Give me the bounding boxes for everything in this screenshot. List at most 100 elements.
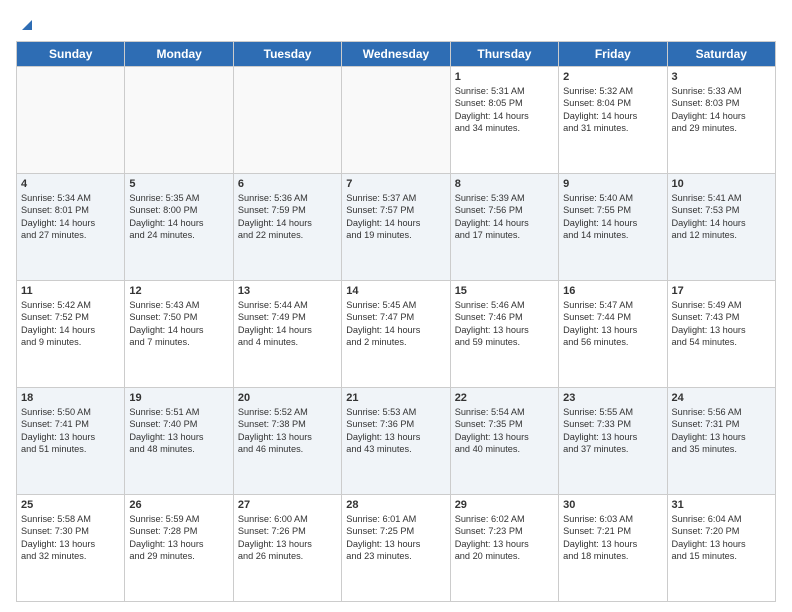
day-number: 9 [563,178,662,190]
day-number: 4 [21,178,120,190]
day-number: 11 [21,285,120,297]
calendar-header-row: SundayMondayTuesdayWednesdayThursdayFrid… [17,42,776,67]
cell-content: Sunrise: 5:51 AM Sunset: 7:40 PM Dayligh… [129,406,228,456]
day-number: 15 [455,285,554,297]
cell-content: Sunrise: 6:01 AM Sunset: 7:25 PM Dayligh… [346,513,445,563]
calendar-cell: 30 Sunrise: 6:03 AM Sunset: 7:21 PM Dayli… [559,495,667,602]
logo [16,16,34,33]
calendar-cell: 28 Sunrise: 6:01 AM Sunset: 7:25 PM Dayli… [342,495,450,602]
cell-content: Sunrise: 5:42 AM Sunset: 7:52 PM Dayligh… [21,299,120,349]
cell-content: Sunrise: 5:53 AM Sunset: 7:36 PM Dayligh… [346,406,445,456]
cell-content: Sunrise: 5:40 AM Sunset: 7:55 PM Dayligh… [563,192,662,242]
calendar-cell: 23Sunrise: 5:55 AM Sunset: 7:33 PM Dayli… [559,388,667,495]
cell-content: Sunrise: 5:54 AM Sunset: 7:35 PM Dayligh… [455,406,554,456]
day-number: 20 [238,392,337,404]
calendar-week-4: 18 Sunrise: 5:50 AM Sunset: 7:41 PM Dayli… [17,388,776,495]
cell-content: Sunrise: 5:52 AM Sunset: 7:38 PM Dayligh… [238,406,337,456]
calendar-cell: 19Sunrise: 5:51 AM Sunset: 7:40 PM Dayli… [125,388,233,495]
calendar-week-1: 1 Sunrise: 5:31 AM Sunset: 8:05 PM Daylig… [17,67,776,174]
cell-content: Sunrise: 6:03 AM Sunset: 7:21 PM Dayligh… [563,513,662,563]
calendar-cell: 26 Sunrise: 5:59 AM Sunset: 7:28 PM Dayli… [125,495,233,602]
day-number: 18 [21,392,120,404]
cell-content: Sunrise: 5:59 AM Sunset: 7:28 PM Dayligh… [129,513,228,563]
calendar-cell: 4 Sunrise: 5:34 AM Sunset: 8:01 PM Daylig… [17,174,125,281]
cell-content: Sunrise: 5:34 AM Sunset: 8:01 PM Dayligh… [21,192,120,242]
calendar-cell: 18 Sunrise: 5:50 AM Sunset: 7:41 PM Dayli… [17,388,125,495]
calendar-cell: 3 Sunrise: 5:33 AM Sunset: 8:03 PM Daylig… [667,67,775,174]
day-number: 8 [455,178,554,190]
calendar-cell: 25Sunrise: 5:58 AM Sunset: 7:30 PM Dayli… [17,495,125,602]
calendar-cell: 15 Sunrise: 5:46 AM Sunset: 7:46 PM Dayli… [450,281,558,388]
day-number: 26 [129,499,228,511]
calendar-cell: 20 Sunrise: 5:52 AM Sunset: 7:38 PM Dayli… [233,388,341,495]
calendar-cell: 31Sunrise: 6:04 AM Sunset: 7:20 PM Dayli… [667,495,775,602]
calendar-cell: 29Sunrise: 6:02 AM Sunset: 7:23 PM Dayli… [450,495,558,602]
cell-content: Sunrise: 5:47 AM Sunset: 7:44 PM Dayligh… [563,299,662,349]
calendar-cell [125,67,233,174]
day-number: 27 [238,499,337,511]
cell-content: Sunrise: 5:36 AM Sunset: 7:59 PM Dayligh… [238,192,337,242]
day-number: 24 [672,392,771,404]
calendar-cell: 17 Sunrise: 5:49 AM Sunset: 7:43 PM Dayli… [667,281,775,388]
calendar-cell: 10 Sunrise: 5:41 AM Sunset: 7:53 PM Dayli… [667,174,775,281]
cell-content: Sunrise: 5:46 AM Sunset: 7:46 PM Dayligh… [455,299,554,349]
cell-content: Sunrise: 5:49 AM Sunset: 7:43 PM Dayligh… [672,299,771,349]
day-number: 30 [563,499,662,511]
logo-arrow-icon [18,16,34,32]
cell-content: Sunrise: 5:44 AM Sunset: 7:49 PM Dayligh… [238,299,337,349]
cell-content: Sunrise: 5:31 AM Sunset: 8:05 PM Dayligh… [455,85,554,135]
day-number: 14 [346,285,445,297]
calendar-cell: 27 Sunrise: 6:00 AM Sunset: 7:26 PM Dayli… [233,495,341,602]
calendar-header-monday: Monday [125,42,233,67]
day-number: 1 [455,71,554,83]
cell-content: Sunrise: 5:45 AM Sunset: 7:47 PM Dayligh… [346,299,445,349]
day-number: 28 [346,499,445,511]
cell-content: Sunrise: 5:43 AM Sunset: 7:50 PM Dayligh… [129,299,228,349]
cell-content: Sunrise: 5:35 AM Sunset: 8:00 PM Dayligh… [129,192,228,242]
calendar-cell: 21 Sunrise: 5:53 AM Sunset: 7:36 PM Dayli… [342,388,450,495]
calendar-cell: 9 Sunrise: 5:40 AM Sunset: 7:55 PM Daylig… [559,174,667,281]
calendar-cell [342,67,450,174]
header [16,16,776,33]
day-number: 2 [563,71,662,83]
day-number: 10 [672,178,771,190]
day-number: 5 [129,178,228,190]
calendar-cell: 24 Sunrise: 5:56 AM Sunset: 7:31 PM Dayli… [667,388,775,495]
cell-content: Sunrise: 5:33 AM Sunset: 8:03 PM Dayligh… [672,85,771,135]
day-number: 21 [346,392,445,404]
day-number: 31 [672,499,771,511]
calendar-header-thursday: Thursday [450,42,558,67]
calendar-cell: 12 Sunrise: 5:43 AM Sunset: 7:50 PM Dayli… [125,281,233,388]
calendar-header-saturday: Saturday [667,42,775,67]
calendar-cell: 6 Sunrise: 5:36 AM Sunset: 7:59 PM Daylig… [233,174,341,281]
cell-content: Sunrise: 5:58 AM Sunset: 7:30 PM Dayligh… [21,513,120,563]
cell-content: Sunrise: 5:56 AM Sunset: 7:31 PM Dayligh… [672,406,771,456]
cell-content: Sunrise: 6:00 AM Sunset: 7:26 PM Dayligh… [238,513,337,563]
day-number: 16 [563,285,662,297]
day-number: 6 [238,178,337,190]
calendar-table: SundayMondayTuesdayWednesdayThursdayFrid… [16,41,776,602]
day-number: 29 [455,499,554,511]
calendar-cell [233,67,341,174]
day-number: 22 [455,392,554,404]
calendar-cell: 11 Sunrise: 5:42 AM Sunset: 7:52 PM Dayli… [17,281,125,388]
calendar-cell: 22 Sunrise: 5:54 AM Sunset: 7:35 PM Dayli… [450,388,558,495]
day-number: 7 [346,178,445,190]
day-number: 13 [238,285,337,297]
calendar-cell [17,67,125,174]
calendar-cell: 5 Sunrise: 5:35 AM Sunset: 8:00 PM Daylig… [125,174,233,281]
calendar-header-wednesday: Wednesday [342,42,450,67]
calendar-header-friday: Friday [559,42,667,67]
day-number: 12 [129,285,228,297]
calendar-week-3: 11 Sunrise: 5:42 AM Sunset: 7:52 PM Dayli… [17,281,776,388]
cell-content: Sunrise: 5:41 AM Sunset: 7:53 PM Dayligh… [672,192,771,242]
calendar-cell: 2Sunrise: 5:32 AM Sunset: 8:04 PM Daylig… [559,67,667,174]
calendar-header-sunday: Sunday [17,42,125,67]
cell-content: Sunrise: 5:37 AM Sunset: 7:57 PM Dayligh… [346,192,445,242]
calendar-week-5: 25Sunrise: 5:58 AM Sunset: 7:30 PM Dayli… [17,495,776,602]
calendar-cell: 8Sunrise: 5:39 AM Sunset: 7:56 PM Daylig… [450,174,558,281]
day-number: 3 [672,71,771,83]
calendar-cell: 1 Sunrise: 5:31 AM Sunset: 8:05 PM Daylig… [450,67,558,174]
cell-content: Sunrise: 5:50 AM Sunset: 7:41 PM Dayligh… [21,406,120,456]
day-number: 17 [672,285,771,297]
